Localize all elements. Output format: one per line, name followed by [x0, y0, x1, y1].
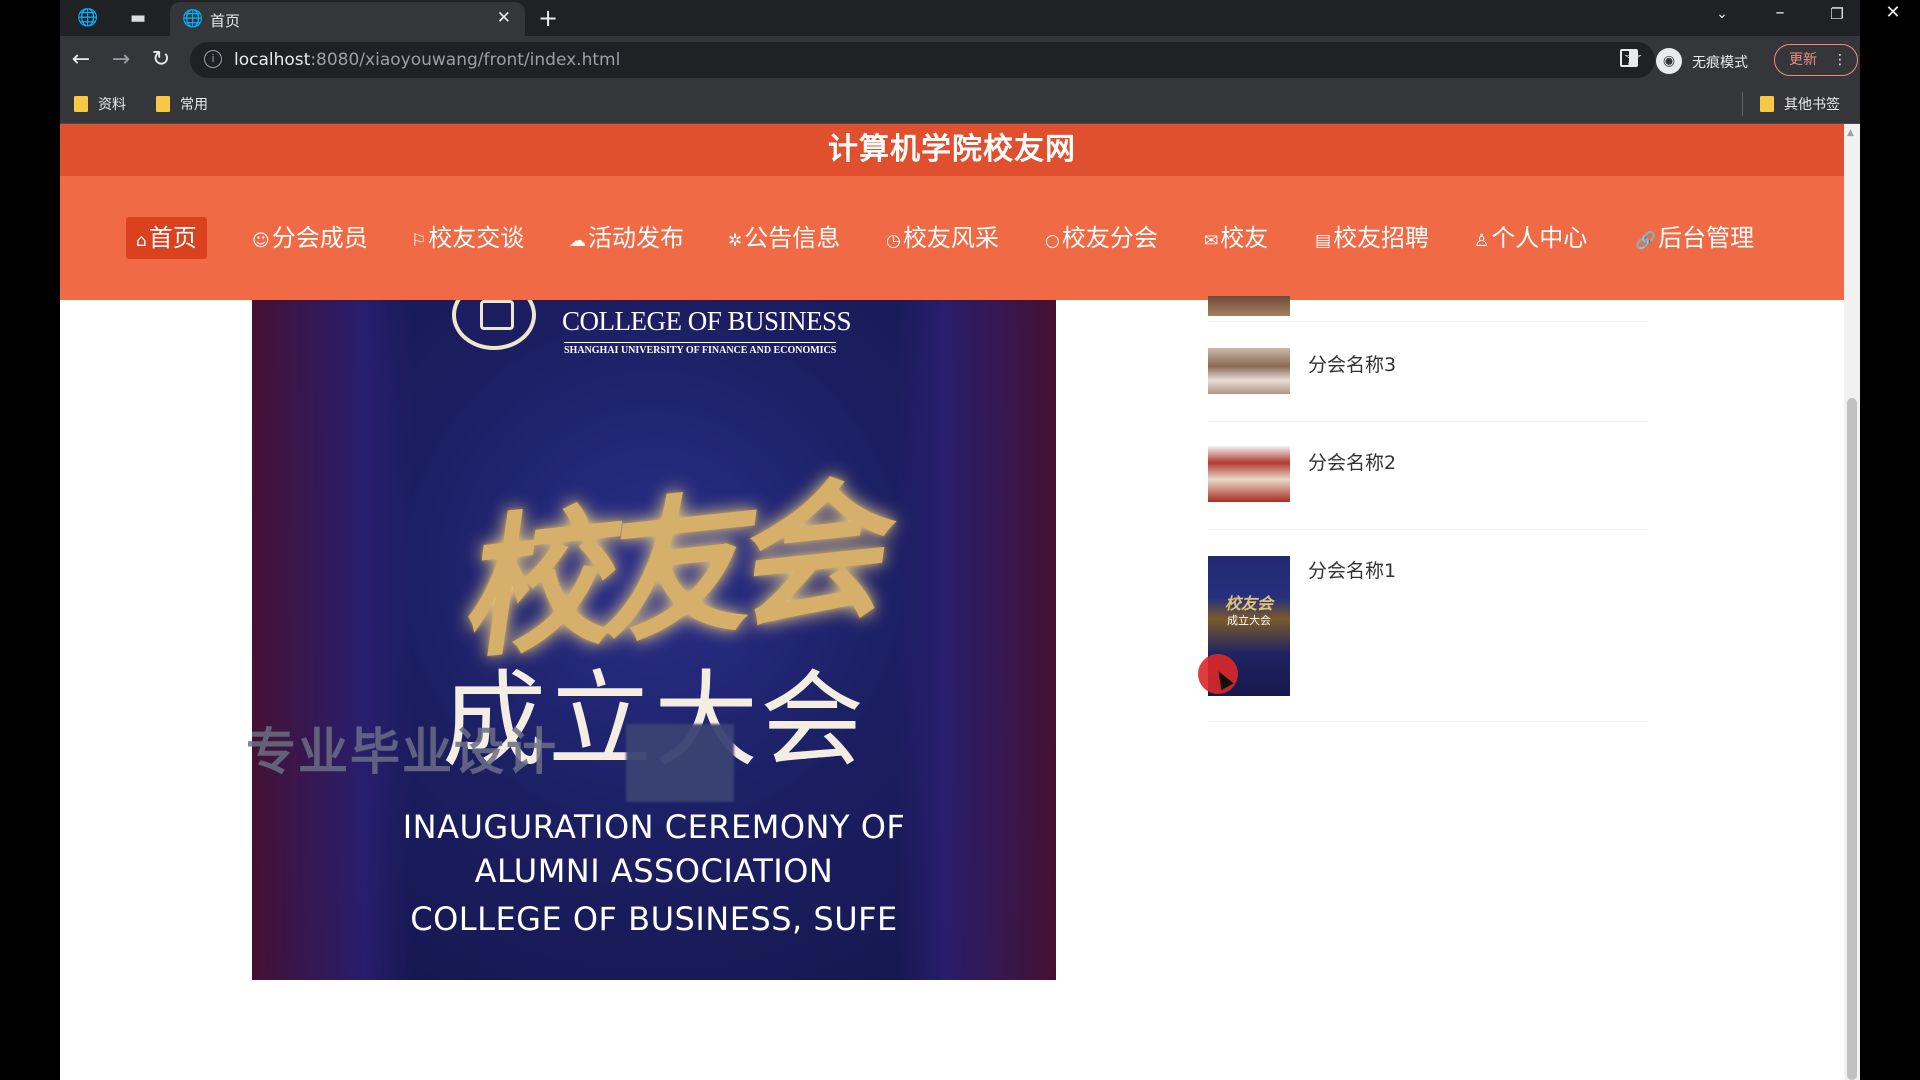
- branch-thumbnail[interactable]: [1208, 296, 1290, 316]
- branch-name[interactable]: 分会名称1: [1308, 556, 1396, 583]
- site-title: 计算机学院校友网: [828, 132, 1076, 167]
- tab-strip: 🌐 ▬ 🌐 首页 ✕ + ⌄ – ❐ ✕: [60, 0, 1901, 36]
- nav-personal-center[interactable]: ♙个人中心: [1464, 217, 1597, 259]
- address-bar[interactable]: i localhost:8080/xiaoyouwang/front/index…: [190, 42, 1655, 78]
- url-text[interactable]: localhost:8080/xiaoyouwang/front/index.h…: [234, 50, 620, 70]
- nav-alumni-style[interactable]: ◷校友风采: [876, 217, 1009, 259]
- side-panel-icon[interactable]: [1620, 49, 1638, 67]
- folder-icon: [74, 96, 88, 112]
- banner-english-2: ALUMNI ASSOCIATION: [474, 852, 834, 890]
- university-emblem: [452, 300, 536, 350]
- branch-thumbnail[interactable]: [1208, 446, 1290, 502]
- globe-icon: 🌐: [182, 9, 204, 29]
- branch-name[interactable]: 分会名称3: [1308, 350, 1396, 377]
- minimize-button[interactable]: –: [1765, 2, 1795, 23]
- nav-events[interactable]: ☁活动发布: [559, 217, 694, 259]
- back-button[interactable]: ←: [66, 45, 96, 75]
- document-icon: ▤: [1315, 231, 1332, 251]
- thumbnail-ceremony: 成立大会: [1227, 614, 1271, 627]
- link-icon: 🔗: [1635, 231, 1657, 251]
- new-tab-button[interactable]: +: [538, 4, 558, 32]
- nav-admin[interactable]: 🔗后台管理: [1625, 217, 1764, 259]
- incognito-icon[interactable]: ◉: [1656, 48, 1682, 74]
- flag-icon: ⚐: [411, 231, 427, 251]
- update-button[interactable]: 更新 ⋮: [1774, 44, 1858, 76]
- chevron-down-icon[interactable]: ⌄: [1707, 6, 1737, 22]
- nav-alumni-chat[interactable]: ⚐校友交谈: [401, 217, 534, 259]
- browser-toolbar: ← → ↻ i localhost:8080/xiaoyouwang/front…: [60, 36, 1860, 84]
- web-page: 计算机学院校友网 ⌂首页 ☺分会成员 ⚐校友交谈 ☁活动发布 ✲公告信息 ◷校友…: [60, 124, 1844, 1080]
- folder-icon: [1760, 96, 1774, 112]
- site-nav: ⌂首页 ☺分会成员 ⚐校友交谈 ☁活动发布 ✲公告信息 ◷校友风采 ○校友分会 …: [60, 176, 1844, 300]
- close-icon[interactable]: ✕: [497, 8, 511, 28]
- list-item[interactable]: [1208, 296, 1648, 322]
- clock-icon: ◷: [886, 231, 901, 251]
- folder-icon: [156, 96, 170, 112]
- nav-recruitment[interactable]: ▤校友招聘: [1305, 217, 1439, 259]
- page-scrollbar[interactable]: ▲: [1844, 124, 1860, 1080]
- incognito-label: 无痕模式: [1692, 55, 1748, 71]
- nav-home[interactable]: ⌂首页: [126, 217, 207, 259]
- restore-button[interactable]: ❐: [1822, 5, 1852, 23]
- banner-college-sub: SHANGHAI UNIVERSITY OF FINANCE AND ECONO…: [564, 342, 837, 356]
- bookmark-separator: [1742, 92, 1743, 116]
- more-icon[interactable]: ⋮: [1833, 45, 1847, 75]
- active-tab[interactable]: 🌐 首页 ✕: [170, 2, 525, 36]
- person-icon: ♙: [1474, 231, 1490, 251]
- scroll-up-icon[interactable]: ▲: [1847, 128, 1854, 138]
- close-window-button[interactable]: ✕: [1878, 2, 1908, 23]
- scrollbar-thumb[interactable]: [1847, 398, 1857, 1080]
- user-icon: ☺: [252, 231, 270, 251]
- reload-button[interactable]: ↻: [146, 45, 176, 75]
- banner-english-3: COLLEGE OF BUSINESS, SUFE: [410, 900, 898, 938]
- thumbnail-calligraphy: 校友会: [1224, 594, 1273, 613]
- forward-button[interactable]: →: [106, 45, 136, 75]
- cloud-icon: ☁: [569, 231, 586, 251]
- home-icon: ⌂: [136, 231, 147, 251]
- branch-thumbnail[interactable]: [1208, 348, 1290, 394]
- mail-icon: ✉: [1204, 231, 1219, 251]
- banner-english-1: INAUGURATION CEREMONY OF: [402, 808, 906, 846]
- browser-window: 🌐 ▬ 🌐 首页 ✕ + ⌄ – ❐ ✕ ← → ↻ i localhost:8…: [60, 0, 1901, 1080]
- banner-image[interactable]: COLLEGE OF BUSINESS SHANGHAI UNIVERSITY …: [252, 300, 1056, 980]
- circle-icon: ○: [1045, 231, 1060, 251]
- bookmark-folder[interactable]: 资料: [74, 94, 126, 114]
- nav-branch-members[interactable]: ☺分会成员: [242, 217, 378, 259]
- tab-search-icon[interactable]: ▬: [126, 7, 150, 29]
- bookmark-folder[interactable]: 常用: [156, 94, 208, 114]
- info-icon[interactable]: i: [204, 50, 222, 68]
- blurred-overlay: [626, 724, 734, 802]
- list-item[interactable]: 校友会 成立大会 分会名称1: [1208, 530, 1648, 722]
- watermark-text: 专业毕业设计: [246, 723, 558, 781]
- nav-alumni[interactable]: ✉校友: [1194, 217, 1278, 259]
- list-item[interactable]: 分会名称3: [1208, 322, 1648, 422]
- gear-icon: ✲: [728, 231, 743, 251]
- tab-title: 首页: [210, 12, 241, 30]
- site-header: 计算机学院校友网: [60, 124, 1844, 176]
- other-bookmarks[interactable]: 其他书签: [1760, 94, 1840, 114]
- bookmarks-bar: 资料 常用 其他书签: [60, 84, 1860, 124]
- branch-name[interactable]: 分会名称2: [1308, 448, 1396, 475]
- nav-alumni-branches[interactable]: ○校友分会: [1035, 217, 1168, 259]
- globe-icon[interactable]: 🌐: [76, 7, 100, 29]
- nav-announcements[interactable]: ✲公告信息: [718, 217, 850, 259]
- banner-college: COLLEGE OF BUSINESS: [562, 306, 852, 336]
- list-item[interactable]: 分会名称2: [1208, 422, 1648, 530]
